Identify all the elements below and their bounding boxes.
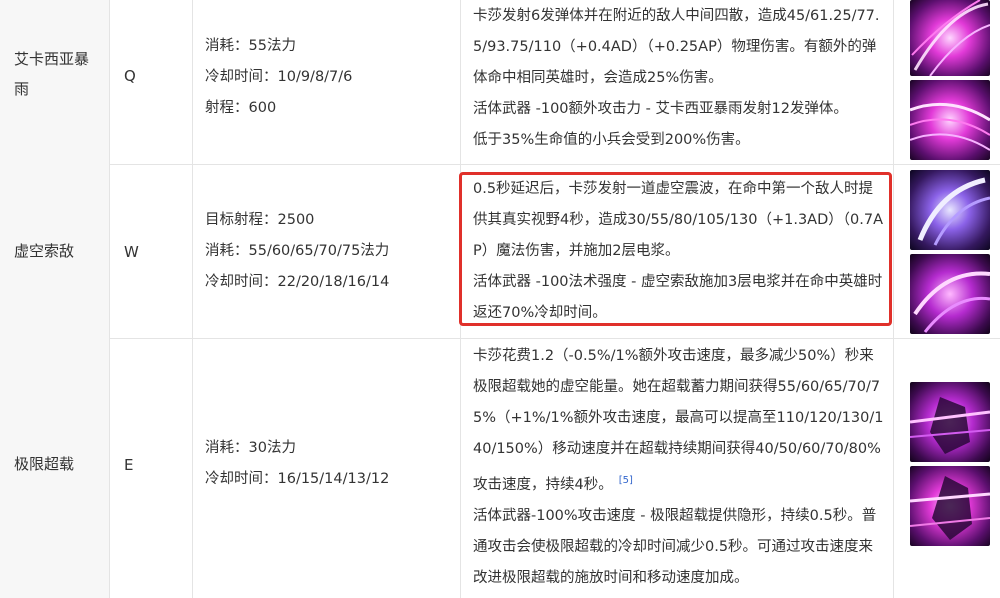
ability-w-image-top[interactable] [910, 170, 990, 250]
description-paragraph: 活体武器 -100额外攻击力 - 艾卡西亚暴雨发射12发弹体。 [473, 101, 848, 117]
ability-key-cell: E [110, 338, 193, 598]
stat-cooldown: 冷却时间：16/15/14/13/12 [205, 471, 390, 487]
ability-stats-cell: 消耗：55法力 冷却时间：10/9/8/7/6 射程：600 [193, 0, 461, 164]
ability-e-art-icon [910, 466, 990, 546]
ability-key-cell: W [110, 164, 193, 338]
ability-row-q: 艾卡西亚暴雨 Q 消耗：55法力 冷却时间：10/9/8/7/6 射程：600 … [0, 0, 1000, 165]
stat-range: 射程：600 [205, 100, 277, 116]
ability-q-image-bottom[interactable] [910, 80, 990, 160]
stat-cooldown: 冷却时间：22/20/18/16/14 [205, 274, 390, 290]
ability-w-image-bottom[interactable] [910, 254, 990, 334]
ability-q-art-icon [910, 0, 990, 76]
ability-description-cell: 卡莎花费1.2（-0.5%/1%额外攻击速度，最多减少50%）秒来极限超载她的虚… [461, 338, 894, 598]
ability-q-image-top[interactable] [910, 0, 990, 76]
ability-name: 虚空索敌 [14, 242, 75, 260]
stat-range: 目标射程：2500 [205, 212, 315, 228]
ability-image-cell [894, 338, 1000, 598]
stat-cost: 消耗：55法力 [205, 38, 296, 54]
ability-e-image-top[interactable] [910, 382, 990, 462]
stat-cooldown: 冷却时间：10/9/8/7/6 [205, 69, 353, 85]
stat-cost: 消耗：55/60/65/70/75法力 [205, 243, 390, 259]
ability-stats-cell: 消耗：30法力 冷却时间：16/15/14/13/12 [193, 338, 461, 598]
ability-name: 艾卡西亚暴雨 [14, 50, 90, 98]
ability-image-cell [894, 164, 1000, 338]
ability-key-cell: Q [110, 0, 193, 164]
ability-name-cell: 虚空索敌 [0, 164, 110, 338]
ability-name-cell: 艾卡西亚暴雨 [0, 0, 110, 164]
highlight-box [459, 172, 892, 326]
ability-w-art-icon [910, 170, 990, 250]
reference-link[interactable]: [5] [619, 475, 633, 486]
ability-stats-cell: 目标射程：2500 消耗：55/60/65/70/75法力 冷却时间：22/20… [193, 164, 461, 338]
ability-q-art-icon [910, 80, 990, 160]
ability-image-cell [894, 0, 1000, 164]
ability-e-art-icon [910, 382, 990, 462]
ability-e-image-bottom[interactable] [910, 466, 990, 546]
ability-w-art-icon [910, 254, 990, 334]
description-paragraph: 活体武器-100%攻击速度 - 极限超载提供隐形，持续0.5秒。普通攻击会使极限… [473, 507, 877, 586]
ability-key: E [124, 456, 134, 474]
ability-key: Q [124, 67, 136, 85]
ability-description-cell: 卡莎发射6发弹体并在附近的敌人中间四散，造成45/61.25/77.5/93.7… [461, 0, 894, 164]
description-paragraph: 卡莎花费1.2（-0.5%/1%额外攻击速度，最多减少50%）秒来极限超载她的虚… [473, 348, 884, 493]
ability-key: W [124, 243, 139, 261]
description-paragraph: 卡莎发射6发弹体并在附近的敌人中间四散，造成45/61.25/77.5/93.7… [473, 8, 880, 86]
stat-cost: 消耗：30法力 [205, 440, 296, 456]
ability-name-cell: 极限超载 [0, 338, 110, 598]
ability-name: 极限超载 [14, 455, 75, 473]
description-paragraph: 低于35%生命值的小兵会受到200%伤害。 [473, 132, 750, 148]
ability-row-e: 极限超载 E 消耗：30法力 冷却时间：16/15/14/13/12 卡莎花费1… [0, 338, 1000, 598]
